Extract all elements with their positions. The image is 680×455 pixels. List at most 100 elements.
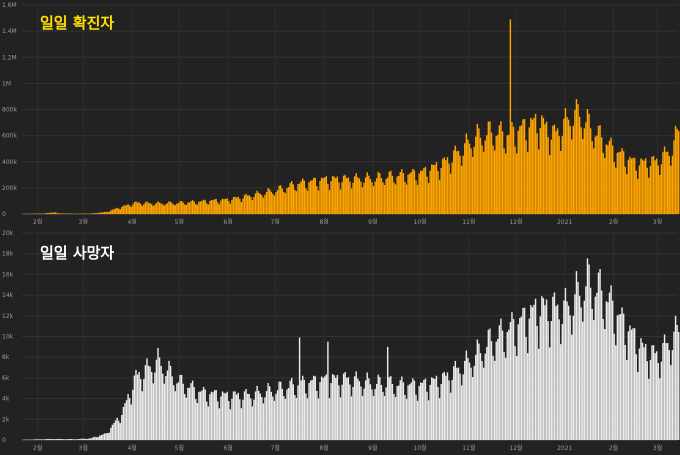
x-tick-label: 10월 <box>413 444 426 452</box>
bar <box>457 367 460 440</box>
bar <box>284 398 287 440</box>
bar <box>292 384 294 440</box>
bar <box>283 396 285 440</box>
bar <box>273 400 276 440</box>
bar <box>116 417 118 440</box>
bar <box>335 377 337 440</box>
bar <box>629 325 631 440</box>
bar <box>228 400 230 440</box>
bar <box>122 406 125 440</box>
bar <box>555 306 557 440</box>
bar <box>512 318 515 440</box>
bar <box>481 361 483 440</box>
bar <box>416 400 419 440</box>
bar <box>204 389 206 440</box>
x-tick-label: 4월 <box>127 444 136 452</box>
bar <box>640 338 642 440</box>
bar <box>654 353 656 440</box>
bar <box>272 396 274 440</box>
bar <box>399 380 401 440</box>
bar <box>187 387 189 440</box>
bar <box>673 331 675 440</box>
bar <box>492 355 494 440</box>
bar <box>242 399 244 440</box>
bar <box>391 383 394 440</box>
bar <box>442 373 444 440</box>
bar <box>438 398 441 440</box>
bar <box>338 385 340 440</box>
bar <box>621 307 623 440</box>
bar <box>487 329 490 440</box>
bar <box>355 371 357 440</box>
bar <box>534 298 537 440</box>
bar <box>132 389 134 440</box>
bar <box>174 391 177 440</box>
bar <box>88 438 90 440</box>
bar <box>232 391 235 440</box>
bar <box>210 391 213 440</box>
bar <box>193 387 195 440</box>
bar <box>580 307 582 440</box>
bar <box>317 398 320 440</box>
bar <box>83 438 85 440</box>
bar <box>190 383 192 440</box>
bar <box>443 371 446 440</box>
bar <box>638 348 641 440</box>
bar <box>583 300 586 440</box>
bar <box>56 438 59 440</box>
bar <box>155 359 158 440</box>
bar <box>51 439 54 440</box>
bar <box>220 396 222 440</box>
bar <box>270 391 272 440</box>
bar <box>515 355 518 440</box>
bar <box>86 438 88 440</box>
bar <box>486 346 488 440</box>
bar <box>549 347 551 440</box>
bar <box>97 437 99 440</box>
bar <box>393 393 395 440</box>
bar <box>268 386 271 440</box>
bar <box>328 398 331 440</box>
bar <box>302 375 304 440</box>
bar <box>297 385 299 440</box>
bar <box>533 304 535 440</box>
bar <box>460 385 463 440</box>
bar <box>240 408 243 440</box>
bar <box>94 436 96 440</box>
bar <box>81 438 84 440</box>
bar <box>668 350 670 440</box>
bar <box>251 406 254 440</box>
bar <box>124 403 126 440</box>
bar <box>235 394 238 440</box>
bar <box>432 378 435 440</box>
bar <box>588 264 590 440</box>
bar <box>670 365 672 440</box>
bar <box>358 381 361 440</box>
bar <box>396 386 398 440</box>
bar <box>168 360 170 440</box>
bar <box>333 375 335 440</box>
bar <box>390 376 392 440</box>
bar <box>616 315 619 440</box>
bar <box>195 399 197 440</box>
x-tick-label: 11월 <box>462 444 475 452</box>
bar <box>539 316 541 440</box>
bar <box>440 384 442 440</box>
bar <box>166 370 169 440</box>
bar <box>663 334 666 440</box>
bar <box>330 383 332 440</box>
bar <box>366 372 368 440</box>
bar <box>489 328 491 440</box>
bar <box>459 373 461 440</box>
bar <box>596 292 598 440</box>
x-tick-label: 5월 <box>175 444 184 452</box>
bar <box>453 366 455 440</box>
bar <box>660 361 663 440</box>
bar <box>575 271 578 440</box>
x-tick-label: 2월 <box>33 444 42 452</box>
bar <box>648 378 650 440</box>
bar <box>377 374 379 440</box>
bar <box>121 415 123 440</box>
bar <box>368 378 370 440</box>
bar <box>331 374 334 440</box>
